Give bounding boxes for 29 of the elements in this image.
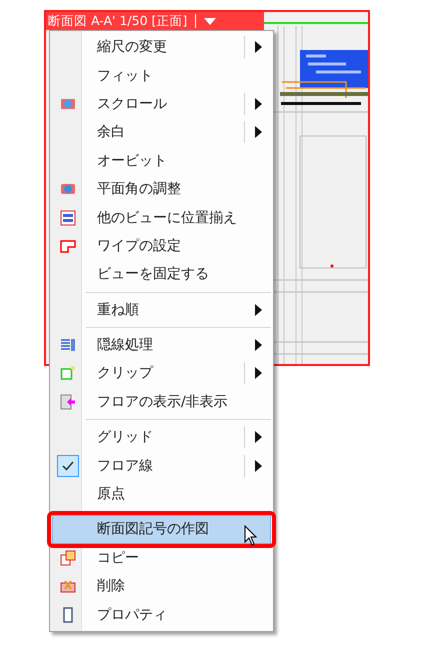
- hidden-line-icon: [60, 337, 76, 354]
- menu-item[interactable]: フロア線: [52, 451, 271, 480]
- copy-icon: [60, 550, 76, 566]
- menu-item[interactable]: グリッド: [52, 423, 271, 452]
- delete-icon: [60, 578, 76, 594]
- menu-item[interactable]: 隠線処理: [52, 330, 271, 360]
- menu-item[interactable]: フィット: [52, 61, 271, 90]
- menu-item[interactable]: ワイプの設定: [52, 232, 271, 260]
- menu-item[interactable]: 削除: [52, 572, 271, 600]
- view-title: 断面図 A-A' 1/50 [正面]: [48, 12, 188, 30]
- menu-item[interactable]: ビューを固定する: [52, 260, 271, 289]
- menu-item[interactable]: オービット: [52, 146, 271, 175]
- menu-item[interactable]: プロパティ: [52, 600, 271, 629]
- menu-item[interactable]: 平面角の調整: [52, 174, 271, 204]
- clip-icon: [60, 365, 76, 382]
- menu-item[interactable]: 余白: [52, 118, 271, 147]
- menu-item[interactable]: 縮尺の変更: [52, 33, 271, 62]
- floor-toggle-icon: [60, 394, 76, 410]
- dropdown-icon[interactable]: [204, 18, 216, 24]
- menu-item[interactable]: フロアの表示/非表示: [52, 388, 271, 416]
- menu-item[interactable]: スクロール: [52, 90, 271, 118]
- menu-item[interactable]: 原点: [52, 480, 271, 508]
- mouse-cursor-icon: [244, 525, 258, 548]
- menu-item[interactable]: コピー: [52, 544, 271, 572]
- menu-item[interactable]: 重ね順: [52, 296, 271, 324]
- wipe-icon: [60, 238, 76, 254]
- menu-item[interactable]: クリップ: [52, 359, 271, 388]
- align-view-icon: [60, 210, 76, 226]
- menu-item[interactable]: 他のビューに位置揃え: [52, 203, 271, 232]
